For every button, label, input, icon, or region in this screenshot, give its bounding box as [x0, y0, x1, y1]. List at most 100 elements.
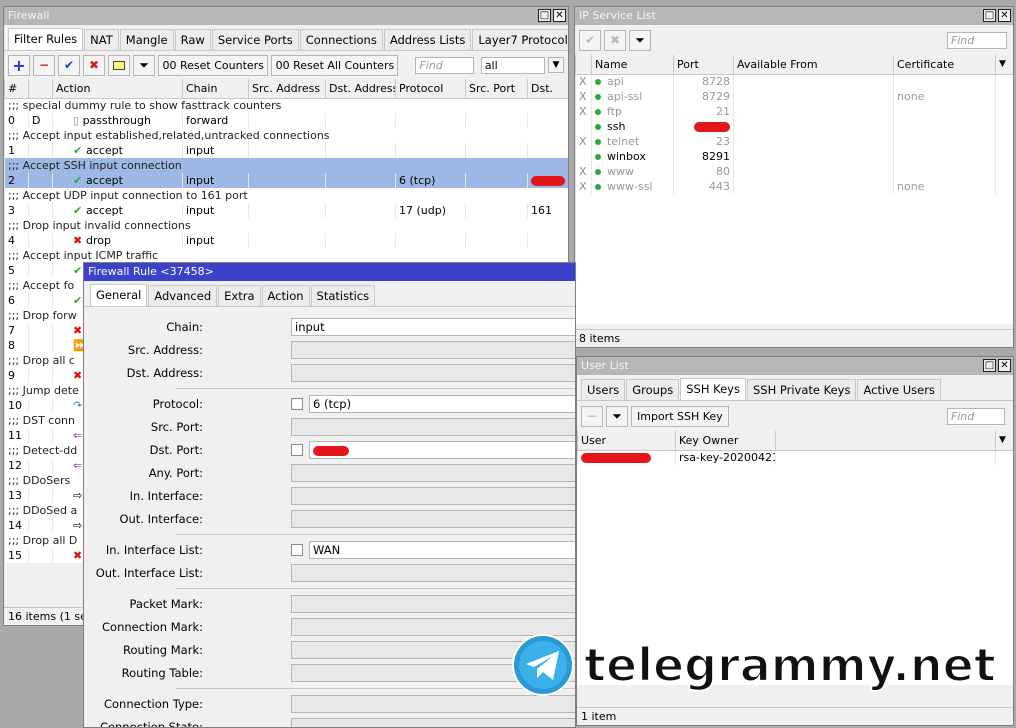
- tab-action[interactable]: Action: [261, 285, 310, 306]
- tab-ssh-keys[interactable]: SSH Keys: [680, 378, 746, 400]
- ip-service-titlebar[interactable]: IP Service List □ ✕: [575, 7, 1013, 25]
- chain-field[interactable]: input: [291, 318, 575, 336]
- find-input[interactable]: Find: [947, 31, 1007, 49]
- disable-icon[interactable]: ✖: [604, 29, 626, 51]
- col-action[interactable]: Action: [52, 79, 183, 99]
- reset-all-counters-button[interactable]: 00 Reset All Counters: [271, 54, 399, 76]
- tab-raw[interactable]: Raw: [174, 29, 211, 50]
- table-row[interactable]: Xapi-ssl 8729 none: [575, 89, 1013, 104]
- tab-connections[interactable]: Connections: [299, 29, 383, 50]
- enable-icon[interactable]: ✔: [579, 29, 601, 51]
- import-ssh-key-button[interactable]: Import SSH Key: [631, 405, 729, 427]
- tab-general[interactable]: General: [90, 284, 148, 306]
- filter-icon[interactable]: ⏷: [629, 29, 651, 51]
- tab-advanced[interactable]: Advanced: [148, 285, 218, 306]
- tab-nat[interactable]: NAT: [84, 29, 119, 50]
- connection-type-field[interactable]: [291, 695, 575, 713]
- rule-comment-row[interactable]: ;;; Drop input invalid connections: [4, 218, 568, 233]
- comment-icon[interactable]: [108, 54, 130, 76]
- dst-port-negate-checkbox[interactable]: [291, 444, 303, 456]
- table-row[interactable]: rsa-key-20200421: [577, 450, 1013, 465]
- tab-groups[interactable]: Groups: [626, 379, 680, 400]
- col-user[interactable]: User: [577, 431, 676, 451]
- maximize-icon[interactable]: □: [983, 9, 996, 22]
- col-protocol[interactable]: Protocol: [395, 79, 466, 99]
- out-interface-field[interactable]: [291, 510, 575, 528]
- tab-address-lists[interactable]: Address Lists: [383, 29, 472, 50]
- table-row[interactable]: ssh: [575, 119, 1013, 134]
- table-row[interactable]: Xftp 21: [575, 104, 1013, 119]
- col-src-address[interactable]: Src. Address: [248, 79, 326, 99]
- filter-select[interactable]: all: [480, 56, 545, 74]
- col-available-from[interactable]: Available From: [733, 55, 894, 75]
- table-row[interactable]: Xwww-ssl 443 none: [575, 179, 1013, 194]
- rule-comment-row[interactable]: ;;; Accept input established,related,unt…: [4, 128, 568, 143]
- table-row[interactable]: Xapi 8728: [575, 74, 1013, 89]
- table-row[interactable]: 3 ✔ accept input 17 (udp) 161: [4, 203, 568, 218]
- src-address-field[interactable]: [291, 341, 575, 359]
- col-chain[interactable]: Chain: [182, 79, 249, 99]
- disable-icon[interactable]: ✖: [83, 54, 105, 76]
- tab-layer7-protocols[interactable]: Layer7 Protocols: [472, 29, 568, 50]
- maximize-icon[interactable]: □: [983, 359, 996, 372]
- close-icon[interactable]: ✕: [553, 9, 566, 22]
- in-interface-list-negate-checkbox[interactable]: [291, 544, 303, 556]
- table-row[interactable]: 0 D ▯ passthrough forward: [4, 113, 568, 128]
- filter-icon[interactable]: ⏷: [606, 405, 628, 427]
- dst-port-field[interactable]: [309, 441, 575, 459]
- packet-mark-field[interactable]: [291, 595, 575, 613]
- firewall-titlebar[interactable]: Firewall □ ✕: [4, 7, 568, 25]
- connection-state-field[interactable]: [291, 718, 575, 727]
- tab-mangle[interactable]: Mangle: [119, 29, 174, 50]
- col-num[interactable]: #: [4, 79, 29, 99]
- col-dst[interactable]: Dst.: [527, 79, 568, 99]
- tab-extra[interactable]: Extra: [218, 285, 261, 306]
- table-row[interactable]: winbox 8291: [575, 149, 1013, 164]
- col-key-owner[interactable]: Key Owner: [675, 431, 776, 451]
- remove-icon[interactable]: −: [581, 405, 603, 427]
- tab-statistics[interactable]: Statistics: [310, 285, 376, 306]
- find-input[interactable]: Find: [415, 56, 474, 74]
- close-icon[interactable]: ✕: [998, 359, 1011, 372]
- filter-icon[interactable]: ⏷: [133, 54, 155, 76]
- table-row[interactable]: Xtelnet 23: [575, 134, 1013, 149]
- any-port-field[interactable]: [291, 464, 575, 482]
- tab-users[interactable]: Users: [581, 379, 626, 400]
- in-interface-list-field[interactable]: WAN: [309, 541, 575, 559]
- dst-address-field[interactable]: [291, 364, 575, 382]
- chevron-down-icon[interactable]: ▼: [548, 57, 564, 73]
- remove-icon[interactable]: −: [33, 54, 55, 76]
- chevron-down-icon[interactable]: ▼: [995, 431, 1013, 451]
- protocol-negate-checkbox[interactable]: [291, 398, 303, 410]
- rule-comment-row[interactable]: ;;; Accept UDP input connection to 161 p…: [4, 188, 568, 203]
- tab-filter-rules[interactable]: Filter Rules: [8, 28, 84, 50]
- add-icon[interactable]: +: [8, 54, 30, 76]
- rule-comment-row[interactable]: ;;; special dummy rule to show fasttrack…: [4, 98, 568, 113]
- chevron-down-icon[interactable]: ▼: [995, 55, 1013, 75]
- table-row[interactable]: 1 ✔ accept input: [4, 143, 568, 158]
- col-dst-address[interactable]: Dst. Address: [325, 79, 396, 99]
- col-name[interactable]: Name: [591, 55, 674, 75]
- table-row[interactable]: 4 ✖ drop input: [4, 233, 568, 248]
- out-interface-list-field[interactable]: [291, 564, 575, 582]
- tab-ssh-private-keys[interactable]: SSH Private Keys: [746, 379, 857, 400]
- reset-counters-button[interactable]: 00 Reset Counters: [158, 54, 269, 76]
- col-port[interactable]: Port: [673, 55, 734, 75]
- rule-comment-row[interactable]: ;;; Accept SSH input connection: [4, 158, 568, 173]
- close-icon[interactable]: ✕: [998, 9, 1011, 22]
- enable-icon[interactable]: ✔: [58, 54, 80, 76]
- rule-comment-row[interactable]: ;;; Accept input ICMP traffic: [4, 248, 568, 263]
- user-list-titlebar[interactable]: User List □ ✕: [577, 357, 1013, 375]
- in-interface-field[interactable]: [291, 487, 575, 505]
- find-input[interactable]: Find: [947, 407, 1005, 425]
- col-src-port[interactable]: Src. Port: [465, 79, 528, 99]
- maximize-icon[interactable]: □: [538, 9, 551, 22]
- col-certificate[interactable]: Certificate: [893, 55, 996, 75]
- tab-active-users[interactable]: Active Users: [857, 379, 941, 400]
- table-row[interactable]: Xwww 80: [575, 164, 1013, 179]
- table-row[interactable]: 2 ✔ accept input 6 (tcp): [4, 173, 568, 188]
- src-port-field[interactable]: [291, 418, 575, 436]
- rule-dialog-titlebar[interactable]: Firewall Rule <37458>: [84, 263, 575, 281]
- protocol-field[interactable]: 6 (tcp): [309, 395, 575, 413]
- tab-service-ports[interactable]: Service Ports: [211, 29, 299, 50]
